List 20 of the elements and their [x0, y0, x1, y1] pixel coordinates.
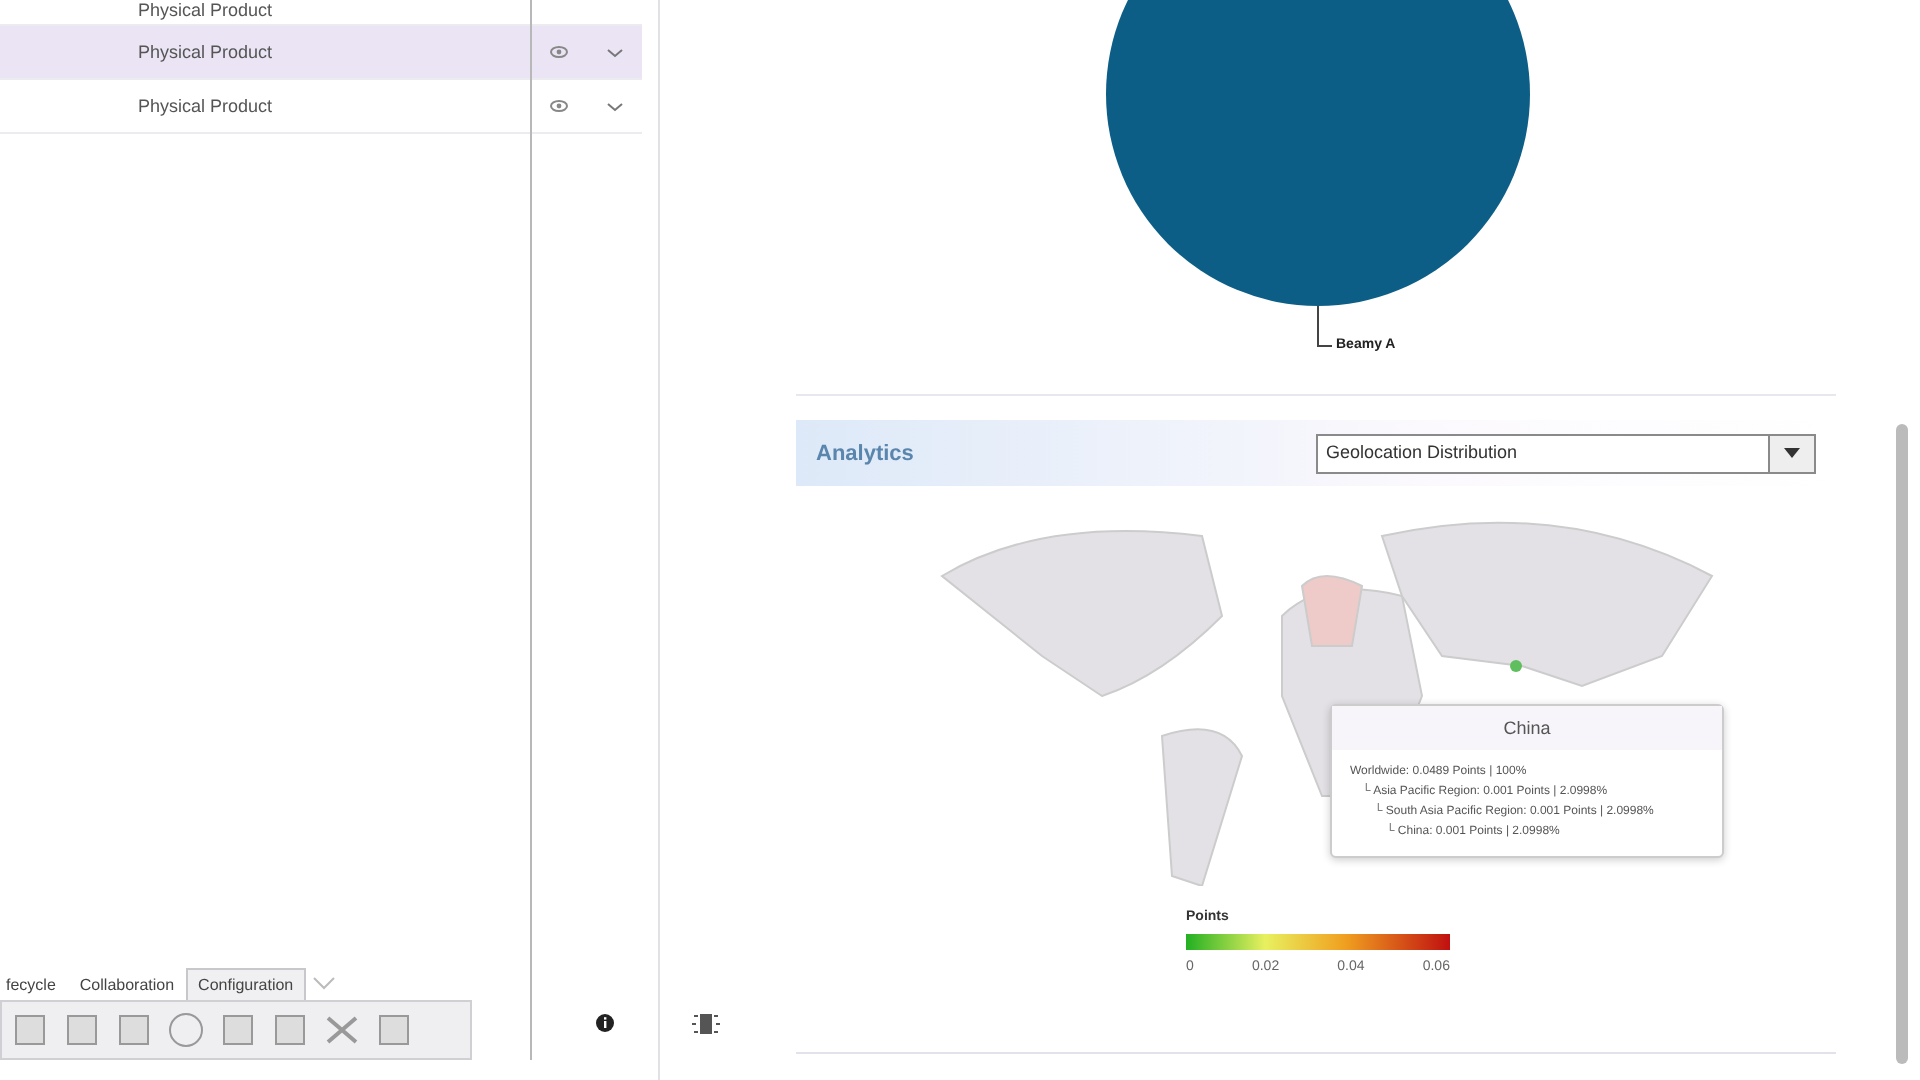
type-cell-text: Physical Product	[136, 0, 275, 22]
chevron-down-icon[interactable]	[311, 976, 336, 992]
table-row[interactable]: Physical Product	[0, 26, 642, 80]
table-row[interactable]: Physical Product	[0, 0, 642, 26]
bug-icon[interactable]	[690, 1008, 722, 1040]
toolbar-tab[interactable]: Collaboration	[67, 968, 187, 1000]
chevron-down-icon[interactable]	[605, 101, 623, 111]
scrollbar[interactable]	[1896, 424, 1908, 1064]
tooltip-title: China	[1332, 706, 1722, 750]
type-cell-text: Physical Product	[136, 41, 275, 63]
dropdown-icon[interactable]	[1768, 435, 1814, 471]
section-title: Analytics	[816, 441, 914, 465]
leader-line	[1317, 305, 1333, 347]
chevron-down-icon[interactable]	[605, 47, 623, 57]
view-select[interactable]: Geolocation Distribution	[1316, 433, 1816, 473]
toolbar-tab[interactable]: Configuration	[186, 968, 306, 1000]
type-cell-text: Physical Product	[136, 95, 275, 117]
eye-icon[interactable]	[549, 100, 567, 112]
toolbar-tab[interactable]: fecycle	[0, 968, 68, 1000]
eye-icon[interactable]	[549, 46, 567, 58]
